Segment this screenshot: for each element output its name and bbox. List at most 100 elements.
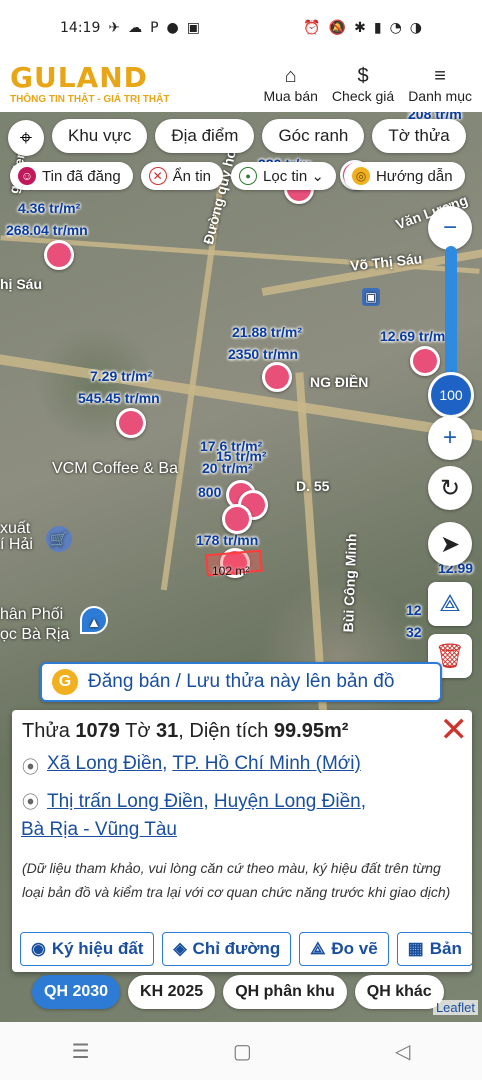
directions-icon: ◈ <box>173 939 187 958</box>
table-icon: ▦ <box>407 939 424 958</box>
chip-huong-dan[interactable]: ◎ Hướng dẫn <box>343 162 465 190</box>
area-value: 99.95m² <box>273 720 349 742</box>
guide-icon: ◎ <box>351 167 370 185</box>
signal-icon: ▮ <box>373 20 382 36</box>
parcel-area-label: 102 m² <box>212 564 250 578</box>
listing-pin[interactable] <box>410 346 440 376</box>
navigation-arrow-icon: ➤ <box>439 530 461 558</box>
nav-label: Danh mục <box>408 88 472 104</box>
sheet-number: 31 <box>156 720 179 742</box>
shop-marker-icon[interactable]: ▲ <box>80 606 108 634</box>
opacity-slider-track[interactable] <box>445 246 457 386</box>
town-link[interactable]: Thị trấn Long Điền <box>47 791 203 812</box>
poi-vcm-coffee: VCM Coffee & Ba <box>52 460 178 477</box>
recent-apps-icon[interactable]: ☰ <box>72 1039 90 1064</box>
layer-qh-khac[interactable]: QH khác <box>354 975 444 1009</box>
dot-icon: ● <box>166 20 179 36</box>
crosshair-icon: ⌖ <box>19 125 33 150</box>
listing-pin[interactable] <box>116 408 146 438</box>
nav-label: Check giá <box>331 88 395 104</box>
listing-pin[interactable] <box>262 362 292 392</box>
status-bar: 14:19 ✈ ☁ P ● ▣ ⏰ 🔕 ✱ ▮ ◔ ◑ <box>0 0 482 56</box>
dollar-icon: $ <box>357 65 369 87</box>
mute-icon: 🔕 <box>328 20 347 36</box>
poi-ba-ria: ọc Bà Rịa <box>0 626 70 643</box>
ward-link[interactable]: Xã Long Điền <box>47 753 162 774</box>
layer-kh-2025[interactable]: KH 2025 <box>128 975 216 1009</box>
nav-danh-muc[interactable]: ≡ Danh mục <box>408 64 472 104</box>
nav-label: Mua bán <box>263 88 318 104</box>
layer-tabs: QH 2030 KH 2025 QH phân khu QH khác <box>32 975 444 1009</box>
district-link[interactable]: Huyện Long Điền <box>214 791 361 812</box>
close-panel-icon[interactable]: ✕ <box>440 710 469 750</box>
bus-stop-icon[interactable]: ▣ <box>362 288 380 306</box>
pill-dia-diem[interactable]: Địa điểm <box>155 119 255 153</box>
price-label: 800 <box>198 484 222 500</box>
close-circle-icon: ✕ <box>148 167 167 185</box>
header-nav: ⌂ Mua bán $ Check giá ≡ Danh mục <box>263 64 472 104</box>
price-label: 12 <box>406 602 422 618</box>
logo-tagline: THÔNG TIN THẬT - GIÁ TRỊ THẬT <box>10 93 170 105</box>
poi-hai: í Hải <box>0 536 33 553</box>
shopping-cart-icon[interactable]: 🛒 <box>46 526 72 552</box>
chip-tin-da-dang[interactable]: ☺ Tin đã đăng <box>10 162 133 190</box>
price-label: 32 <box>406 624 422 640</box>
layer-qh-2030[interactable]: QH 2030 <box>32 975 121 1009</box>
pill-khu-vuc[interactable]: Khu vực <box>52 119 148 153</box>
road-label-d55: D. 55 <box>296 478 330 494</box>
system-nav-bar: ☰ ▢ ◁ <box>0 1022 482 1080</box>
app-header: GULAND THÔNG TIN THẬT - GIÁ TRỊ THẬT ⌂ M… <box>0 56 482 112</box>
pill-goc-ranh[interactable]: Góc ranh <box>262 119 365 153</box>
palette-icon: ◉ <box>31 939 46 958</box>
leaflet-attribution[interactable]: Leaflet <box>432 1000 478 1015</box>
map-road <box>0 351 482 447</box>
measure-tool-button[interactable]: ⟁ <box>428 582 472 626</box>
post-listing-banner[interactable]: G Đăng bán / Lưu thửa này lên bản đồ <box>40 662 442 702</box>
logo-text: GULAND <box>10 60 148 94</box>
measure-icon: ⟁ <box>439 590 461 617</box>
city-link[interactable]: TP. Hồ Chí Minh (Mới) <box>172 753 360 774</box>
opacity-slider-knob[interactable]: 100 <box>428 372 474 418</box>
land-symbol-button[interactable]: ◉ Ký hiệu đất <box>20 932 155 966</box>
listing-pin[interactable] <box>44 240 74 270</box>
nav-check-gia[interactable]: $ Check giá <box>332 64 394 104</box>
province-link[interactable]: Bà Rịa - Vũng Tàu <box>21 819 177 840</box>
parking-app-icon: P <box>150 20 159 36</box>
measure-button[interactable]: ⟁ Đo vẽ <box>299 932 389 966</box>
chip-label: Tin đã đăng <box>42 167 121 185</box>
chip-label: Ẩn tin <box>172 167 212 185</box>
price-label: 545.45 tr/mn <box>78 390 160 406</box>
price-label: 2350 tr/mn <box>228 346 299 362</box>
bluetooth-icon: ✱ <box>354 20 366 36</box>
zoom-out-button[interactable]: − <box>428 206 472 250</box>
chip-an-tin[interactable]: ✕ Ẩn tin <box>140 162 224 190</box>
navigate-button[interactable]: ➤ <box>428 522 472 566</box>
chip-loc-tin[interactable]: ● Lọc tin ⌄ <box>231 162 336 190</box>
locate-me-button[interactable]: ⌖ <box>8 120 44 156</box>
location-pin-icon: ⦿ <box>22 758 39 777</box>
guland-g-icon: G <box>52 669 78 695</box>
price-label: 4.36 tr/m² <box>18 200 81 216</box>
plus-icon: + <box>442 424 457 451</box>
refresh-button[interactable]: ↻ <box>428 466 472 510</box>
parcel-number: 1079 <box>75 720 120 742</box>
price-label: 20 tr/m² <box>202 460 253 476</box>
alarm-icon: ⏰ <box>303 20 321 36</box>
table-button[interactable]: ▦ Bản <box>396 932 472 966</box>
guland-logo[interactable]: GULAND THÔNG TIN THẬT - GIÁ TRỊ THẬT <box>10 60 170 105</box>
directions-button[interactable]: ◈ Chỉ đường <box>162 932 292 966</box>
price-label: 12.69 tr/m² <box>380 328 451 344</box>
nav-mua-ban[interactable]: ⌂ Mua bán <box>263 64 317 104</box>
back-icon[interactable]: ◁ <box>395 1039 410 1064</box>
action-label: Bản <box>429 939 462 958</box>
building-icon: ⌂ <box>284 65 297 87</box>
home-icon[interactable]: ▢ <box>233 1039 252 1064</box>
zoom-in-button[interactable]: + <box>428 416 472 460</box>
panel-action-row: ◉ Ký hiệu đất ◈ Chỉ đường ⟁ Đo vẽ ▦ Bản <box>20 932 472 966</box>
pill-to-thua[interactable]: Tờ thửa <box>372 119 466 153</box>
price-label: 7.29 tr/m² <box>90 368 153 384</box>
action-label: Chỉ đường <box>192 939 281 958</box>
post-banner-label: Đăng bán / Lưu thửa này lên bản đồ <box>88 671 395 692</box>
listing-pin[interactable] <box>222 504 252 534</box>
layer-qh-phan-khu[interactable]: QH phân khu <box>223 975 347 1009</box>
